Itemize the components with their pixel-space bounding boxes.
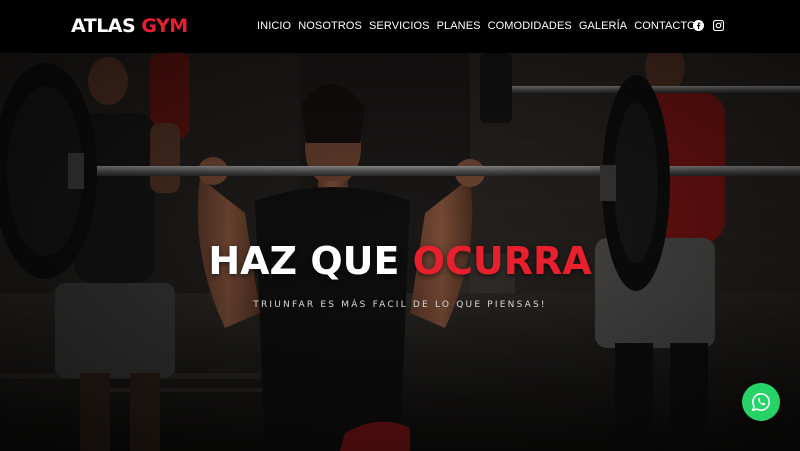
hero-headline-white: HAZ QUE — [208, 239, 413, 283]
nav-item-planes[interactable]: PLANES — [437, 19, 481, 33]
nav-item-galeria[interactable]: GALERÍA — [579, 19, 627, 33]
hero-tagline: TRIUNFAR ES MÁS FACIL DE LO QUE PIENSAS! — [253, 300, 547, 310]
nav-item-inicio[interactable]: INICIO — [257, 19, 291, 33]
nav-item-contacto[interactable]: CONTACTO — [634, 19, 696, 33]
facebook-icon[interactable] — [693, 20, 704, 31]
brand-word-1: ATLAS — [71, 15, 136, 37]
top-navbar: ATLAS GYM INICIO NOSOTROS SERVICIOS PLAN… — [0, 0, 800, 53]
hero-headline-red: OCURRA — [412, 239, 592, 283]
main-nav: INICIO NOSOTROS SERVICIOS PLANES COMODID… — [257, 19, 696, 33]
hero-section: HAZ QUE OCURRA TRIUNFAR ES MÁS FACIL DE … — [0, 53, 800, 451]
nav-item-nosotros[interactable]: NOSOTROS — [298, 19, 362, 33]
brand-word-2: GYM — [141, 15, 188, 37]
instagram-icon[interactable] — [713, 20, 724, 31]
brand-logo[interactable]: ATLAS GYM — [71, 14, 188, 38]
nav-item-servicios[interactable]: SERVICIOS — [369, 19, 430, 33]
whatsapp-button[interactable] — [742, 383, 780, 421]
nav-item-comodidades[interactable]: COMODIDADES — [488, 19, 572, 33]
hero-headline: HAZ QUE OCURRA — [0, 238, 800, 284]
whatsapp-icon — [751, 393, 770, 412]
